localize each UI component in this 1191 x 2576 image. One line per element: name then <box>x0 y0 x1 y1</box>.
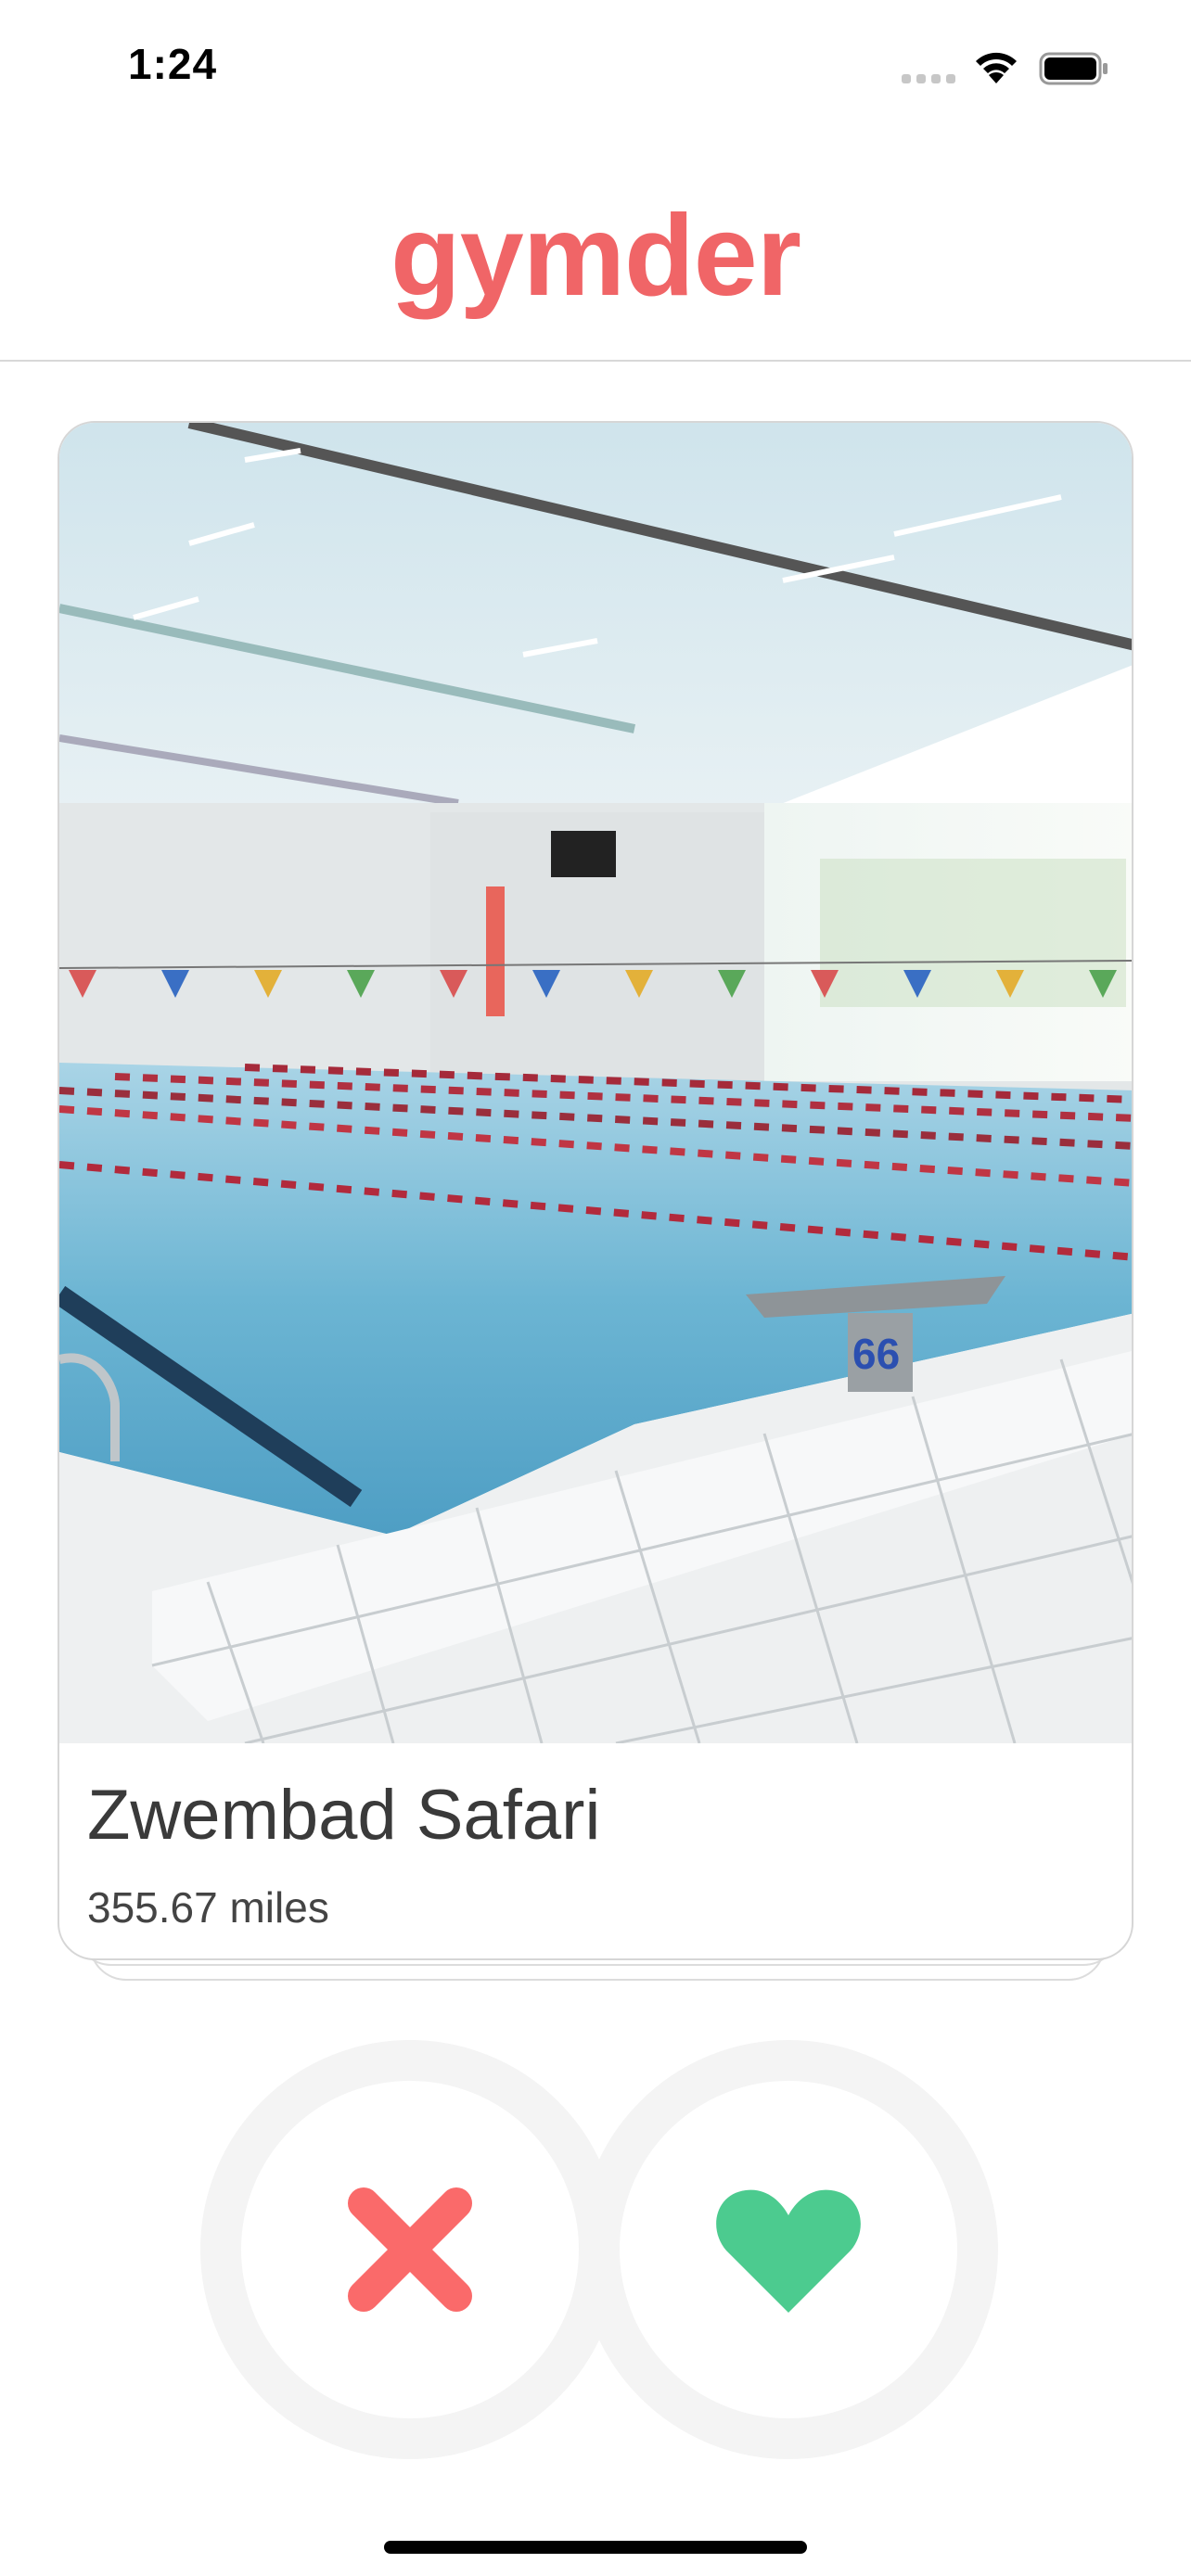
status-bar: 1:24 <box>0 0 1191 139</box>
gym-name: Zwembad Safari <box>87 1776 601 1855</box>
heart-icon <box>716 2189 861 2313</box>
app-title: gymder <box>391 192 801 320</box>
gym-card[interactable]: 66 Zwembad Safari 355.67 miles <box>58 421 1133 1960</box>
cellular-signal-icon <box>902 74 957 83</box>
wifi-icon <box>972 48 1020 85</box>
like-button[interactable] <box>579 2040 998 2459</box>
gym-distance: 355.67 miles <box>87 1883 329 1932</box>
app-header: gymder <box>0 139 1191 362</box>
home-indicator <box>384 2541 807 2554</box>
status-time: 1:24 <box>128 40 218 88</box>
svg-text:66: 66 <box>852 1330 900 1378</box>
gym-photo: 66 <box>59 423 1132 1743</box>
nope-button[interactable] <box>200 2040 620 2459</box>
close-icon <box>348 2187 472 2312</box>
battery-icon <box>1039 52 1109 85</box>
